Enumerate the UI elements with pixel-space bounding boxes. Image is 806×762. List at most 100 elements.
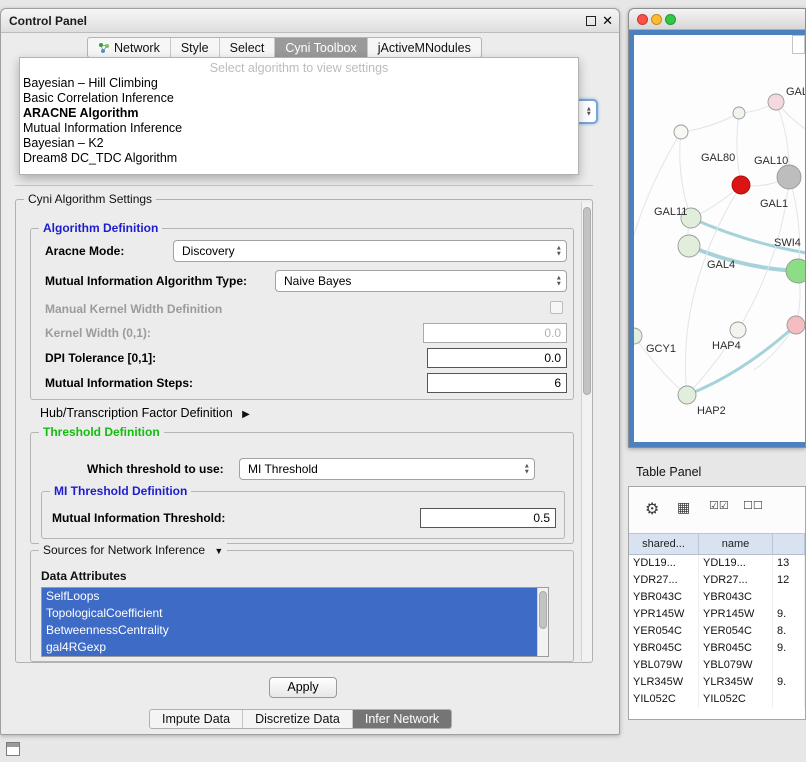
- cell: YBR043C: [699, 589, 773, 606]
- column-header-extra[interactable]: [773, 534, 805, 554]
- node-label-gal1: GAL1: [760, 198, 788, 210]
- node-label-gal10: GAL10: [754, 155, 788, 167]
- zoom-traffic-light-icon[interactable]: [665, 14, 676, 25]
- table-row[interactable]: YBR045CYBR045C9.: [629, 640, 805, 657]
- table-row[interactable]: YIL052CYIL052C: [629, 691, 805, 708]
- deselect-all-rows-icon[interactable]: ☐☐: [743, 499, 763, 512]
- kernel-width-field[interactable]: 0.0: [423, 323, 567, 343]
- network-edge[interactable]: [737, 113, 741, 185]
- attributes-scrollbar[interactable]: [537, 588, 548, 656]
- algorithm-option-aracne-algorithm[interactable]: ARACNE Algorithm: [20, 106, 578, 121]
- network-canvas[interactable]: GAL8GAL80GAL10GAL11GAL1SWI4GAL4GCY1HAP4H…: [634, 35, 805, 442]
- hub-definition-expander[interactable]: Hub/Transcription Factor Definition ▶: [40, 406, 250, 420]
- network-node[interactable]: [777, 165, 801, 189]
- mi-type-combobox[interactable]: Naive Bayes ▲▼: [275, 270, 567, 292]
- network-window-titlebar[interactable]: [629, 9, 805, 30]
- mi-steps-field[interactable]: 6: [427, 373, 567, 393]
- network-node[interactable]: [768, 94, 784, 110]
- network-node[interactable]: [786, 259, 805, 283]
- dpi-tolerance-field[interactable]: 0.0: [427, 348, 567, 368]
- attribute-item-betweennesscentrality[interactable]: BetweennessCentrality: [42, 622, 537, 639]
- settings-scrollbar-thumb[interactable]: [583, 207, 591, 395]
- cell: YDR27...: [629, 572, 699, 589]
- tab-network[interactable]: Network: [88, 38, 171, 57]
- network-node[interactable]: [730, 322, 746, 338]
- network-node[interactable]: [733, 107, 745, 119]
- tab-style[interactable]: Style: [171, 38, 220, 57]
- column-manager-icon[interactable]: ▦: [677, 499, 690, 516]
- network-node[interactable]: [732, 176, 750, 194]
- minimized-panel-icon[interactable]: [6, 742, 20, 756]
- control-panel-window: Control Panel ✕ Network Style Select Cyni T…: [0, 8, 620, 735]
- cell: YDR27...: [699, 572, 773, 589]
- algorithm-option-dream8-dc-tdc-algorithm[interactable]: Dream8 DC_TDC Algorithm: [20, 151, 578, 166]
- network-node[interactable]: [678, 235, 700, 257]
- network-scrollbar[interactable]: [792, 35, 805, 54]
- column-header-shared[interactable]: shared...: [629, 534, 699, 554]
- network-node[interactable]: [674, 125, 688, 139]
- network-node[interactable]: [678, 386, 696, 404]
- cell: YPR145W: [629, 606, 699, 623]
- node-label-hap2: HAP2: [697, 405, 726, 417]
- table-row[interactable]: YDL19...YDL19...13: [629, 555, 805, 572]
- select-all-rows-icon[interactable]: ☑☑: [709, 499, 729, 512]
- network-edge[interactable]: [634, 132, 681, 235]
- tab-select[interactable]: Select: [220, 38, 276, 57]
- tab-label: Select: [230, 41, 265, 55]
- network-view-window: GAL8GAL80GAL10GAL11GAL1SWI4GAL4GCY1HAP4H…: [628, 8, 806, 448]
- which-threshold-combobox[interactable]: MI Threshold ▲▼: [239, 458, 535, 480]
- table-row[interactable]: YLR345WYLR345W9.: [629, 674, 805, 691]
- cell: 8.: [773, 623, 805, 640]
- table-row[interactable]: YPR145WYPR145W9.: [629, 606, 805, 623]
- algorithm-option-bayesian-k2[interactable]: Bayesian – K2: [20, 136, 578, 151]
- network-node[interactable]: [634, 328, 642, 344]
- node-label-gal4: GAL4: [707, 259, 735, 271]
- float-window-icon[interactable]: [586, 16, 596, 26]
- table-row[interactable]: YDR27...YDR27...12: [629, 572, 805, 589]
- cell: [773, 691, 805, 708]
- tab-cyni-toolbox[interactable]: Cyni Toolbox: [275, 38, 367, 57]
- minimize-traffic-light-icon[interactable]: [651, 14, 662, 25]
- settings-gear-icon[interactable]: ⚙: [645, 499, 659, 519]
- bottom-tab-infer-network[interactable]: Infer Network: [353, 710, 451, 728]
- threshold-definition-title: Threshold Definition: [39, 425, 164, 439]
- cell: YIL052C: [629, 691, 699, 708]
- network-node[interactable]: [787, 316, 805, 334]
- close-traffic-light-icon[interactable]: [637, 14, 648, 25]
- network-edge[interactable]: [689, 246, 798, 271]
- attribute-item-topologicalcoefficient[interactable]: TopologicalCoefficient: [42, 605, 537, 622]
- bottom-tab-discretize-data[interactable]: Discretize Data: [243, 710, 353, 728]
- apply-button[interactable]: Apply: [269, 677, 337, 698]
- table-row[interactable]: YBR043CYBR043C: [629, 589, 805, 606]
- control-panel-tabbar: Network Style Select Cyni ToolboxjActiveMNo…: [87, 37, 482, 58]
- attributes-scrollbar-thumb[interactable]: [539, 591, 547, 629]
- mi-threshold-field[interactable]: 0.5: [420, 508, 556, 528]
- table-row[interactable]: YER054CYER054C8.: [629, 623, 805, 640]
- algorithm-option-basic-correlation-inference[interactable]: Basic Correlation Inference: [20, 91, 578, 106]
- algorithm-option-bayesian-hill-climbing[interactable]: Bayesian – Hill Climbing: [20, 76, 578, 91]
- node-label-gal11: GAL11: [654, 206, 687, 218]
- column-header-name[interactable]: name: [699, 534, 773, 554]
- bottom-tab-impute-data[interactable]: Impute Data: [150, 710, 243, 728]
- manual-kernel-label: Manual Kernel Width Definition: [45, 302, 222, 316]
- attribute-item-gal4rgexp[interactable]: gal4RGexp: [42, 639, 537, 656]
- network-edge[interactable]: [789, 177, 800, 271]
- data-attributes-list[interactable]: SelfLoopsTopologicalCoefficientBetweenne…: [41, 587, 549, 657]
- table-row[interactable]: YBL079WYBL079W: [629, 657, 805, 674]
- network-edge[interactable]: [681, 113, 739, 132]
- chevron-down-icon[interactable]: ▼: [214, 546, 223, 556]
- close-icon[interactable]: ✕: [602, 13, 613, 29]
- tab-label: Style: [181, 41, 209, 55]
- control-panel-titlebar[interactable]: Control Panel ✕: [1, 9, 619, 33]
- node-label-hap4: HAP4: [712, 340, 741, 352]
- tab-jactivemnodules[interactable]: jActiveMNodules: [368, 38, 481, 57]
- algorithm-option-mutual-information-inference[interactable]: Mutual Information Inference: [20, 121, 578, 136]
- attribute-item-selfloops[interactable]: SelfLoops: [42, 588, 537, 605]
- cyni-algorithms-combobox-fragment[interactable]: ▲▼: [577, 99, 598, 124]
- settings-group-title: Cyni Algorithm Settings: [24, 192, 156, 206]
- aracne-mode-combobox[interactable]: Discovery ▲▼: [173, 240, 567, 262]
- cell: YBL079W: [629, 657, 699, 674]
- settings-scrollbar[interactable]: [581, 202, 592, 661]
- cell: YIL052C: [699, 691, 773, 708]
- manual-kernel-checkbox[interactable]: [550, 301, 563, 314]
